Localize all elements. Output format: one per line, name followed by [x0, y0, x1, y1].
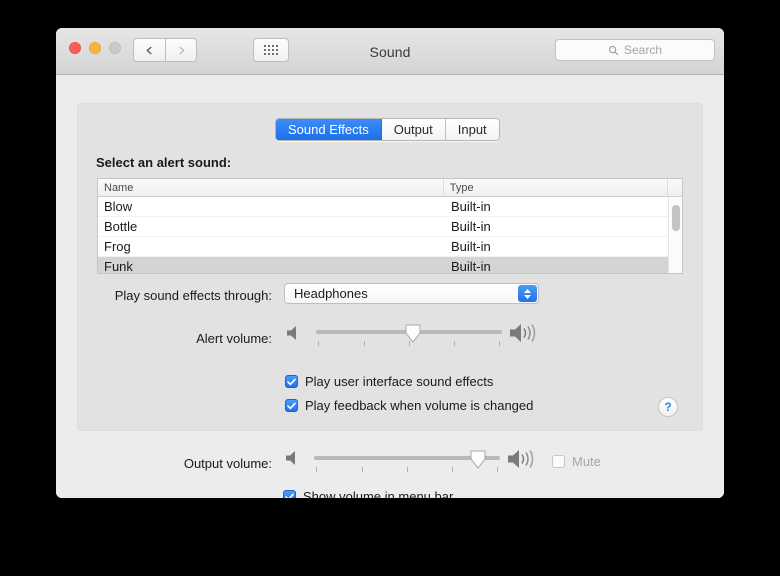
alert-volume-label: Alert volume: — [196, 331, 272, 346]
window-titlebar: Sound Search — [56, 28, 724, 75]
column-header-spacer — [668, 179, 682, 196]
table-row-selected[interactable]: Funk Built-in — [98, 257, 682, 274]
cell-type: Built-in — [451, 239, 491, 254]
preference-pane: Sound Effects Output Input Select an ale… — [56, 75, 724, 498]
table-header: Name Type — [98, 179, 682, 197]
table-scrollbar[interactable] — [668, 197, 682, 273]
checkbox-mute: Mute — [552, 454, 601, 469]
search-icon — [608, 45, 619, 55]
tab-input[interactable]: Input — [445, 119, 499, 140]
search-field[interactable]: Search — [555, 39, 715, 61]
table-row[interactable]: Frog Built-in — [98, 237, 682, 257]
checkbox-box — [552, 455, 565, 468]
cell-type: Built-in — [451, 219, 491, 234]
checkbox-ui-sound-effects[interactable]: Play user interface sound effects — [285, 374, 493, 389]
table-body: Blow Built-in Bottle Built-in Frog Built… — [98, 197, 682, 274]
play-through-value: Headphones — [294, 286, 368, 301]
play-through-label: Play sound effects through: — [114, 288, 272, 303]
cell-type: Built-in — [451, 199, 491, 214]
speaker-quiet-icon — [285, 450, 304, 471]
checkbox-label: Play feedback when volume is changed — [305, 398, 534, 413]
tab-output[interactable]: Output — [381, 119, 446, 140]
slider-thumb[interactable] — [470, 450, 486, 469]
cell-type: Built-in — [451, 259, 491, 274]
help-button[interactable]: ? — [658, 397, 678, 417]
table-row[interactable]: Blow Built-in — [98, 197, 682, 217]
tab-bar: Sound Effects Output Input — [275, 118, 500, 141]
slider-thumb[interactable] — [405, 324, 421, 343]
speaker-loud-icon — [506, 448, 540, 475]
scrollbar-thumb[interactable] — [672, 205, 680, 231]
chevron-updown-icon — [518, 285, 537, 302]
select-alert-sound-label: Select an alert sound: — [96, 155, 232, 170]
checkbox-label: Mute — [572, 454, 601, 469]
column-header-type[interactable]: Type — [444, 179, 669, 196]
output-volume-label: Output volume: — [183, 456, 272, 471]
cell-name: Bottle — [104, 219, 138, 234]
checkmark-icon — [285, 399, 298, 412]
speaker-loud-icon — [508, 322, 542, 349]
cell-name: Blow — [104, 199, 133, 214]
output-volume-slider[interactable] — [314, 448, 500, 474]
alert-sound-table[interactable]: Name Type Blow Built-in Bottle Built-in … — [97, 178, 683, 274]
speaker-quiet-icon — [286, 325, 305, 346]
alert-volume-slider[interactable] — [316, 322, 502, 348]
column-header-name[interactable]: Name — [98, 179, 444, 196]
cell-name: Frog — [104, 239, 131, 254]
play-through-dropdown[interactable]: Headphones — [284, 283, 539, 304]
search-placeholder: Search — [623, 43, 663, 57]
checkbox-label: Show volume in menu bar — [303, 489, 454, 498]
help-icon: ? — [664, 400, 672, 414]
checkbox-volume-feedback[interactable]: Play feedback when volume is changed — [285, 398, 533, 413]
checkmark-icon — [283, 490, 296, 498]
checkbox-show-volume-menu-bar[interactable]: Show volume in menu bar — [283, 489, 453, 498]
checkmark-icon — [285, 375, 298, 388]
checkbox-label: Play user interface sound effects — [305, 374, 494, 389]
tab-sound-effects[interactable]: Sound Effects — [276, 119, 382, 140]
cell-name: Funk — [104, 259, 133, 274]
table-row[interactable]: Bottle Built-in — [98, 217, 682, 237]
sound-preferences-window: Sound Search Sound Effects Output Input … — [56, 28, 724, 498]
